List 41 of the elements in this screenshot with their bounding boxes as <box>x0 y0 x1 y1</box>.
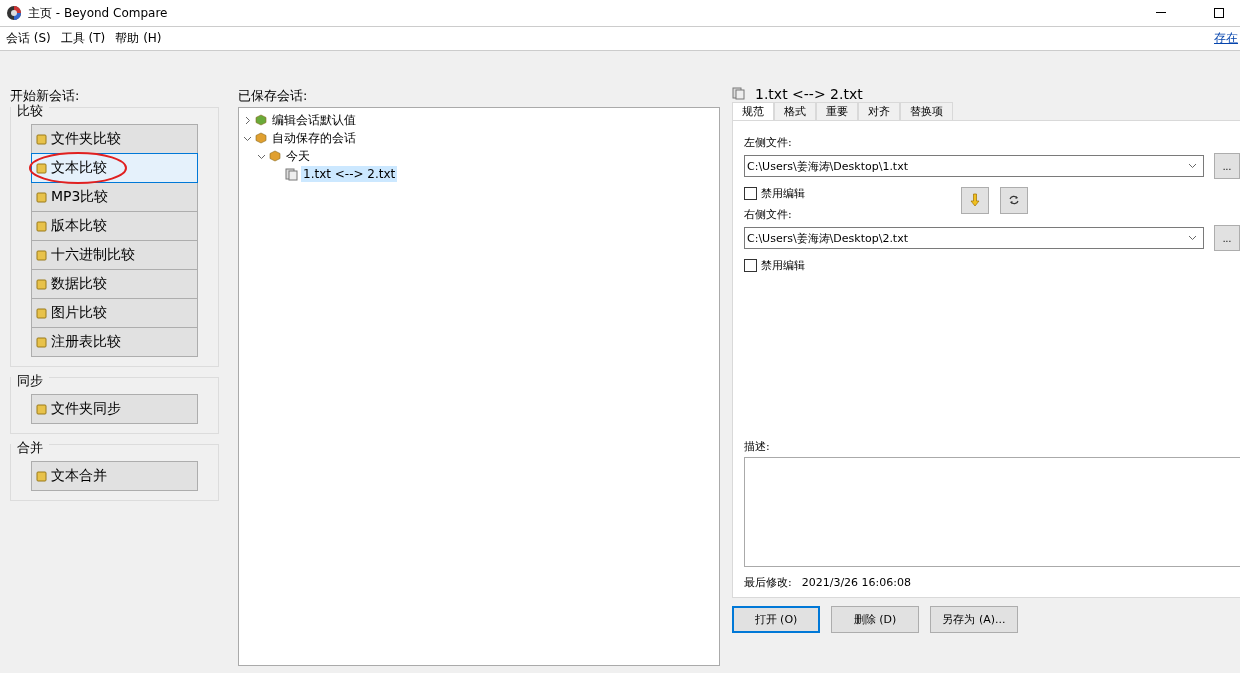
session-type-button[interactable]: 注册表比较 <box>31 327 198 357</box>
checkbox-label: 禁用编辑 <box>761 257 806 273</box>
session-type-button[interactable]: 文本比较 <box>31 153 198 183</box>
tab[interactable]: 重要 <box>816 102 858 120</box>
browse-button[interactable]: ... <box>1214 153 1240 179</box>
session-type-button[interactable]: 文件夹比较 <box>31 124 198 154</box>
session-type-button[interactable]: 图片比较 <box>31 298 198 328</box>
menu-item[interactable]: 帮助 (H) <box>115 30 162 47</box>
tree-item[interactable]: 编辑会话默认值 <box>270 110 358 130</box>
file-path-field[interactable]: C:\Users\姜海涛\Desktop\2.txt <box>744 227 1204 249</box>
action-button[interactable]: 打开 (O) <box>732 606 820 633</box>
menu-item[interactable]: 工具 (T) <box>60 30 106 47</box>
session-type-button[interactable]: 十六进制比较 <box>31 240 198 270</box>
session-type-button[interactable]: MP3比较 <box>31 182 198 212</box>
tab[interactable]: 规范 <box>732 102 774 120</box>
last-modified-value: 2021/3/26 16:06:08 <box>801 575 912 589</box>
tab[interactable]: 对齐 <box>858 102 900 120</box>
field-label: 最后修改: <box>744 574 792 590</box>
window-title: 主页 - Beyond Compare <box>28 4 168 22</box>
field-label: 右侧文件: <box>744 207 793 223</box>
tree-item[interactable]: 1.txt <--> 2.txt <box>301 166 398 182</box>
field-label: 左侧文件: <box>744 135 793 151</box>
tab[interactable]: 替换项 <box>900 102 953 120</box>
save-link[interactable]: 存在 <box>1214 30 1238 47</box>
browse-button[interactable]: ... <box>1214 225 1240 251</box>
file-path-field[interactable]: C:\Users\姜海涛\Desktop\1.txt <box>744 155 1204 177</box>
menu-item[interactable]: 会话 (S) <box>6 30 51 47</box>
session-type-button[interactable]: 文件夹同步 <box>31 394 198 424</box>
action-button[interactable]: 另存为 (A)... <box>930 606 1018 633</box>
tree-item[interactable]: 自动保存的会话 <box>270 128 358 148</box>
session-type-button[interactable]: 文本合并 <box>31 461 198 491</box>
session-type-button[interactable]: 版本比较 <box>31 211 198 241</box>
section-heading: 已保存会话: <box>238 87 309 105</box>
tree-item[interactable]: 今天 <box>284 146 312 166</box>
session-title: 1.txt <--> 2.txt <box>755 85 863 102</box>
checkbox-label: 禁用编辑 <box>761 185 806 201</box>
action-button[interactable]: 删除 (D) <box>831 606 919 633</box>
tab[interactable]: 格式 <box>774 102 816 120</box>
session-type-button[interactable]: 数据比较 <box>31 269 198 299</box>
field-label: 描述: <box>744 439 771 455</box>
section-heading: 开始新会话: <box>10 87 81 104</box>
